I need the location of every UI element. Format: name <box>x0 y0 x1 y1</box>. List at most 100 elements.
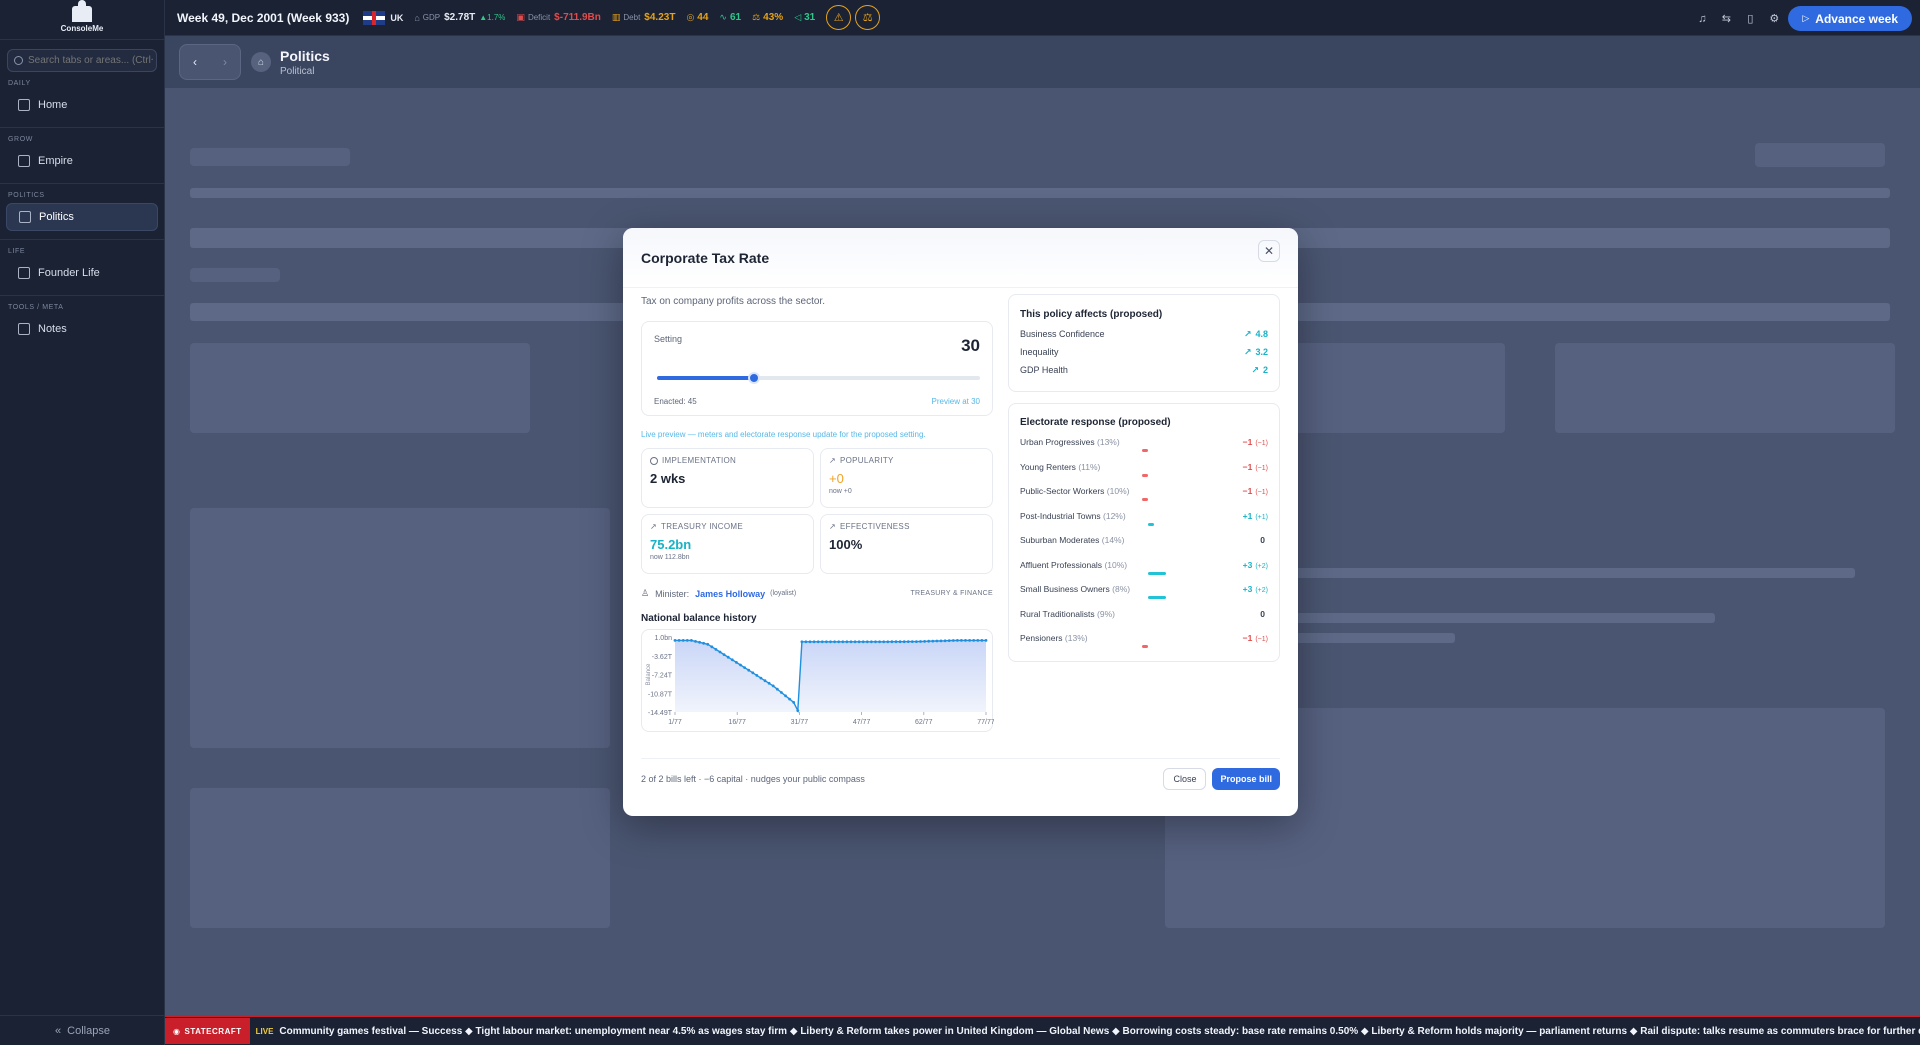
balance-point <box>960 639 963 642</box>
gear-icon[interactable]: ⚙ <box>1764 9 1784 29</box>
slider-handle[interactable] <box>747 372 760 384</box>
balance-point <box>812 640 816 644</box>
response-bar <box>1148 522 1154 526</box>
ticker-brand-label: STATECRAFT <box>184 1026 242 1036</box>
debt-stat[interactable]: ▥ Debt $4.23T <box>612 12 676 23</box>
balance-point <box>681 639 685 642</box>
y-tick-label: -3.62T <box>652 654 673 661</box>
affects-name: Business Confidence <box>1020 329 1105 339</box>
warning-icon[interactable]: ⚠ <box>826 5 852 30</box>
sidebar-item-empire[interactable]: Empire <box>6 147 158 175</box>
collapse-button[interactable]: « Collapse <box>0 1015 165 1045</box>
deficit-stat[interactable]: ▣ Deficit $-711.9Bn <box>516 12 600 23</box>
group-response-delta: (−1) <box>1255 464 1268 472</box>
group-response-delta: (+2) <box>1255 562 1268 570</box>
placeholder-block <box>190 188 1890 198</box>
affects-title: This policy affects (proposed) <box>1020 309 1163 320</box>
modal-header: Corporate Tax Rate ✕ <box>623 228 1298 288</box>
affects-value: ↗ 2 <box>1251 365 1268 376</box>
balance-point <box>726 655 730 659</box>
forward-button[interactable]: › <box>210 45 240 79</box>
gdp-stat[interactable]: ⌂ GDP $2.78T ▲1.7% <box>414 12 505 23</box>
sidebar-item-politics[interactable]: Politics <box>6 203 158 231</box>
balance-point <box>906 640 910 643</box>
metric-card-popularity: ↗ POPULARITY +0 now +0 <box>820 448 993 508</box>
group-response: −1 (−1) <box>1243 486 1268 496</box>
section-label-politics: POLITICS <box>8 192 45 199</box>
metric-card-implementation: IMPLEMENTATION 2 wks <box>641 448 814 508</box>
sidebar-item-label: Home <box>38 99 68 111</box>
sidebar-item-founder-life[interactable]: Founder Life <box>6 259 158 287</box>
policy-description: Tax on company profits across the sector… <box>641 296 825 307</box>
search-box[interactable] <box>7 49 157 72</box>
balance-point <box>939 639 943 643</box>
balance-point <box>935 639 939 643</box>
setting-value: 30 <box>961 336 980 355</box>
balance-point <box>894 640 898 644</box>
balance-point <box>964 639 967 642</box>
stat-activity[interactable]: ∿ 61 <box>719 12 741 23</box>
balance-point <box>898 640 902 644</box>
group-response: 0 <box>1260 609 1268 619</box>
balance-point <box>796 709 800 712</box>
clock-icon <box>650 456 658 465</box>
deficit-label: Deficit <box>527 13 551 22</box>
divider <box>0 127 164 128</box>
app-logo[interactable]: ConsoleMe <box>0 0 164 40</box>
close-icon[interactable]: ✕ <box>1258 240 1280 262</box>
book-icon[interactable]: ▯ <box>1740 9 1760 29</box>
balance-point <box>735 661 738 664</box>
search-input[interactable] <box>28 55 153 66</box>
sparkles-icon <box>18 267 30 279</box>
group-share: (10%) <box>1104 559 1128 570</box>
balance-point <box>825 640 828 644</box>
placeholder-block <box>190 268 280 282</box>
advance-week-button[interactable]: ▷ Advance week <box>1788 6 1912 31</box>
response-bar <box>1148 571 1166 575</box>
propose-bill-button[interactable]: Propose bill <box>1212 767 1280 790</box>
balance-point <box>886 640 890 644</box>
balance-point <box>747 668 751 672</box>
balance-point <box>956 639 959 642</box>
deficit-icon: ▣ <box>516 12 525 22</box>
sidebar-item-notes[interactable]: Notes <box>6 315 158 343</box>
balance-point <box>714 648 718 651</box>
sidebar-item-label: Politics <box>39 211 74 223</box>
balance-point <box>874 640 877 644</box>
balance-point <box>902 640 906 644</box>
sliders-icon[interactable]: ⇆ <box>1716 9 1736 29</box>
stat-value: 31 <box>804 12 816 23</box>
country-label: UK <box>390 12 404 23</box>
response-bar <box>1142 498 1148 501</box>
metric-label: ↗ EFFECTIVENESS <box>829 522 984 531</box>
electorate-row: Post-Industrial Towns (12%) +1 (+1) <box>1020 509 1268 534</box>
balance-point <box>927 639 931 643</box>
scale-alert-icon[interactable]: ⚖ <box>855 5 881 30</box>
close-button[interactable]: Close <box>1163 767 1207 790</box>
policy-modal: Corporate Tax Rate ✕ Tax on company prof… <box>623 228 1298 816</box>
group-response-value: +1 <box>1242 510 1253 521</box>
balance-point <box>910 640 914 643</box>
sidebar-item-home[interactable]: Home <box>6 91 158 119</box>
logo-icon <box>72 0 92 22</box>
balance-point <box>690 639 693 642</box>
activity-icon: ∿ <box>719 12 727 22</box>
y-tick-label: -14.49T <box>648 710 673 717</box>
stat-megaphone[interactable]: ◁ 31 <box>794 12 815 23</box>
stat-value: 43% <box>763 12 784 23</box>
group-response-value: −1 <box>1242 486 1253 496</box>
stat-approval[interactable]: ◎ 44 <box>686 12 708 23</box>
stat-balance[interactable]: ⚖ 43% <box>752 12 783 23</box>
sidebar-item-label: Founder Life <box>38 267 100 279</box>
setting-slider[interactable] <box>657 372 980 384</box>
minister-name[interactable]: James Holloway <box>695 589 765 599</box>
group-share: (10%) <box>1106 486 1130 496</box>
balance-point <box>800 640 804 644</box>
user-icon: ♙ <box>641 588 650 598</box>
group-response: −1 (−1) <box>1243 437 1268 447</box>
music-icon[interactable]: ♫ <box>1692 9 1712 29</box>
gdp-label: GDP <box>422 13 441 22</box>
crown-icon <box>18 155 30 167</box>
balance-point <box>837 640 841 644</box>
back-button[interactable]: ‹ <box>180 45 210 79</box>
